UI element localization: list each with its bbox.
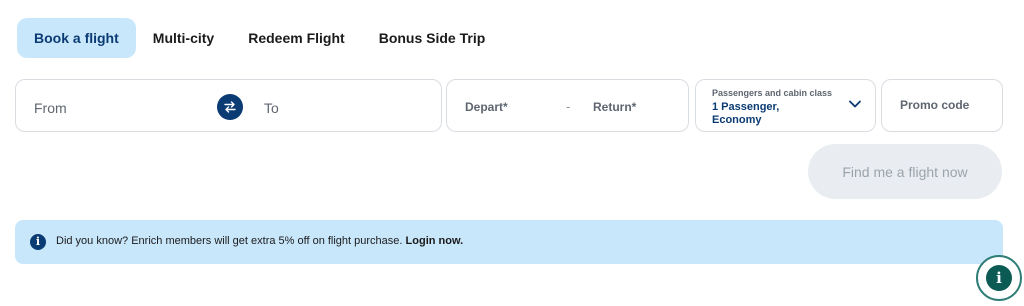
to-field[interactable]: To [264,100,279,116]
tab-book-a-flight[interactable]: Book a flight [17,18,136,58]
tab-redeem-flight[interactable]: Redeem Flight [231,18,361,58]
info-icon: i [30,234,46,250]
search-form: From To Depart* - Return* Passengers and… [15,79,1003,132]
info-message: Did you know? Enrich members will get ex… [56,235,403,247]
login-link[interactable]: Login now. [406,235,464,247]
find-flight-button[interactable]: Find me a flight now [808,144,1002,199]
swap-arrows-icon[interactable] [217,94,243,120]
promo-code-input[interactable] [900,98,990,112]
help-button[interactable]: i [976,255,1022,301]
depart-field[interactable]: Depart* [465,100,508,114]
dates-field[interactable]: Depart* - Return* [446,79,689,132]
swap-arrows-glyph [224,101,236,113]
promo-code-field [881,79,1003,132]
passengers-value: 1 Passenger, Economy [712,101,780,126]
route-field: From To [15,79,442,132]
info-text: Did you know? Enrich members will get ex… [56,235,463,247]
passengers-dropdown[interactable]: Passengers and cabin class 1 Passenger, … [695,79,876,132]
date-separator: - [566,99,571,114]
return-field[interactable]: Return* [593,100,636,114]
booking-tabs: Book a flight Multi-city Redeem Flight B… [17,18,502,58]
tab-bonus-side-trip[interactable]: Bonus Side Trip [362,18,503,58]
info-banner: i Did you know? Enrich members will get … [15,220,1003,264]
tab-multi-city[interactable]: Multi-city [136,18,231,58]
info-icon: i [986,265,1012,291]
from-field[interactable]: From [34,100,67,116]
chevron-down-icon[interactable] [848,99,862,109]
passengers-label: Passengers and cabin class [712,88,833,98]
